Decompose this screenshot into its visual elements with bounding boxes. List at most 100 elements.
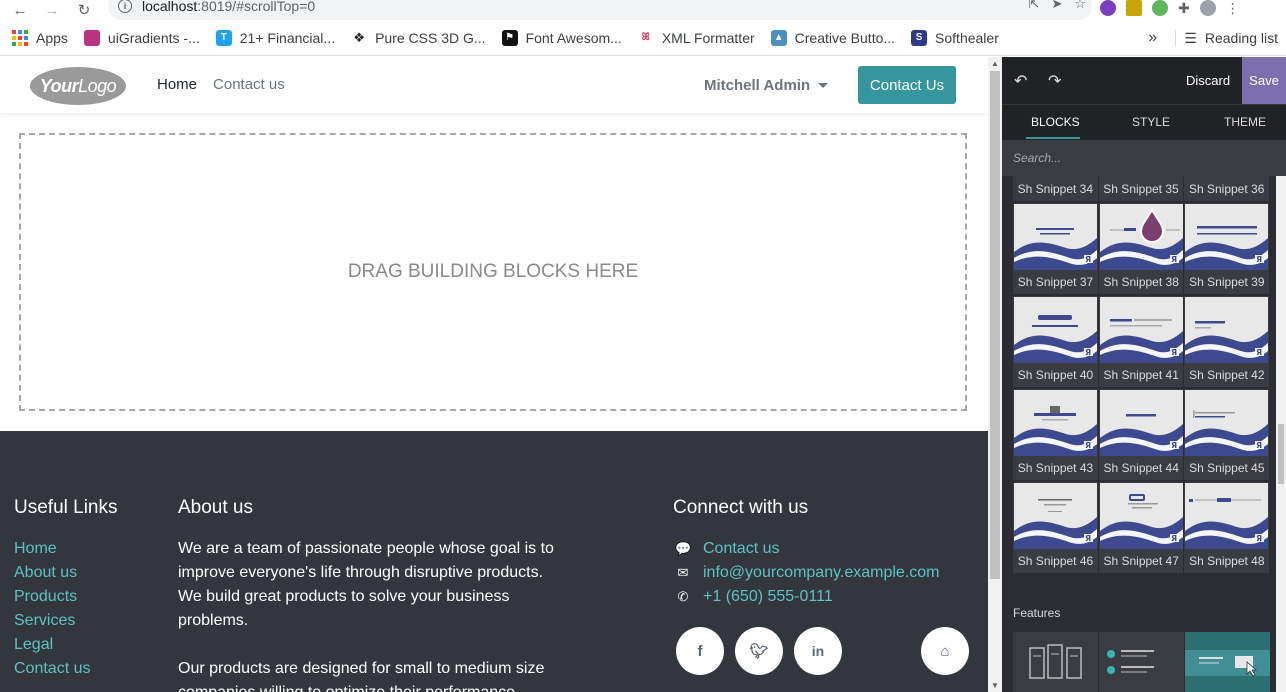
scroll-down-icon[interactable]: ▼ [991, 681, 999, 690]
snippet-row: Я Sh Snippet 43 Я Sh Snippet 44 Я Sh Snippet … [1013, 389, 1270, 480]
site-logo[interactable]: Your Logo [30, 67, 126, 105]
editor-toolbar: ↶ ↷ Discard Save [1002, 57, 1286, 104]
snippet-label: Sh Snippet 46 [1017, 554, 1094, 568]
bookmark-creative-buttons[interactable]: ▲ Creative Butto... [770, 29, 895, 46]
footer-contact-link[interactable]: Contact us [703, 537, 779, 561]
snippet-item[interactable]: Я Sh Snippet 41 [1098, 296, 1184, 387]
footer-email-link[interactable]: info@yourcompany.example.com [703, 561, 940, 585]
snippet-item[interactable]: Я Sh Snippet 37 [1013, 203, 1098, 294]
feature-snippet[interactable] [1185, 632, 1270, 692]
tab-blocks[interactable]: BLOCKS [1031, 115, 1080, 129]
scrollbar-thumb[interactable] [1278, 424, 1284, 484]
snippet-thumbnail: Я [1185, 483, 1269, 549]
back-icon[interactable]: ← [8, 0, 32, 20]
useful-links-column: Useful Links Home About us Products Serv… [14, 497, 118, 681]
address-bar[interactable]: i localhost:8019/#scrollTop=0 ⇱ ➤ ☆ [108, 0, 1092, 20]
tab-theme[interactable]: THEME [1224, 115, 1266, 129]
features-row [1013, 632, 1270, 692]
facebook-icon[interactable]: f [676, 627, 724, 675]
star-icon[interactable]: ☆ [1074, 0, 1086, 12]
snippet-label: Sh Snippet 43 [1017, 461, 1094, 475]
svg-text:Я: Я [1256, 441, 1262, 450]
reload-icon[interactable]: ↻ [72, 0, 96, 20]
reading-list-button[interactable]: ☰ Reading list [1175, 29, 1278, 47]
discard-button[interactable]: Discard [1186, 73, 1230, 88]
snippet-item[interactable]: Sh Snippet 35 [1098, 176, 1184, 201]
snippet-item[interactable]: Sh Snippet 34 [1013, 176, 1098, 201]
reading-list-icon: ☰ [1184, 29, 1197, 46]
footer-phone-link[interactable]: +1 (650) 555-0111 [703, 585, 833, 609]
snippet-item[interactable]: Я Sh Snippet 46 [1013, 482, 1098, 573]
site-info-icon[interactable]: i [118, 0, 132, 13]
editor-scrollbar[interactable] [1276, 176, 1286, 692]
send-icon[interactable]: ➤ [1051, 0, 1062, 12]
snippet-item[interactable]: Я Sh Snippet 43 [1013, 389, 1098, 480]
feature-snippet[interactable] [1013, 632, 1098, 692]
footer-link-products[interactable]: Products [14, 585, 118, 609]
codepen-icon: ❖ [351, 29, 368, 46]
snippet-item[interactable]: Я Sh Snippet 44 [1098, 389, 1184, 480]
browser-toolbar: ← → ↻ i localhost:8019/#scrollTop=0 ⇱ ➤ … [0, 0, 1286, 20]
bookmark-font-awesome[interactable]: ⚑ Font Awesom... [501, 29, 622, 46]
tab-style[interactable]: STYLE [1132, 115, 1170, 129]
active-tab-indicator [1026, 137, 1080, 139]
snippet-item[interactable]: Я Sh Snippet 40 [1013, 296, 1098, 387]
url-path: :8019/#scrollTop=0 [197, 0, 316, 14]
snippet-item[interactable]: Я Sh Snippet 38 [1098, 203, 1184, 294]
svg-text:Я: Я [1256, 348, 1262, 357]
website-preview: Your Logo Home Contact us Mitchell Admin … [0, 57, 988, 692]
more-bookmarks-icon[interactable]: » [1148, 29, 1157, 47]
bookmark-softhealer[interactable]: S Softhealer [911, 29, 999, 46]
menu-home[interactable]: Home [157, 76, 197, 93]
forward-icon[interactable]: → [40, 0, 64, 20]
extension-icon[interactable] [1126, 0, 1142, 16]
home-icon[interactable]: ⌂ [921, 627, 969, 675]
snippet-item[interactable]: Я Sh Snippet 47 [1098, 482, 1184, 573]
about-paragraph: We are a team of passionate people whose… [178, 540, 554, 629]
useful-links-title: Useful Links [14, 497, 118, 518]
site-scrollbar[interactable]: ▲ ▼ [988, 57, 1002, 692]
extension-icon[interactable] [1152, 0, 1168, 16]
menu-contact-us[interactable]: Contact us [213, 76, 285, 93]
scroll-up-icon[interactable]: ▲ [991, 59, 999, 68]
apps-grid-icon [12, 29, 28, 46]
snippet-item[interactable]: Sh Snippet 36 [1184, 176, 1270, 201]
snippet-label: Sh Snippet 38 [1103, 275, 1179, 289]
extension-icon[interactable] [1100, 0, 1116, 16]
footer-link-legal[interactable]: Legal [14, 633, 118, 657]
snippet-thumbnail: Я [1014, 204, 1097, 270]
footer-link-contact[interactable]: Contact us [14, 657, 118, 681]
footer-link-services[interactable]: Services [14, 609, 118, 633]
snippet-item[interactable]: Я Sh Snippet 42 [1184, 296, 1270, 387]
bookmark-apps[interactable]: Apps [12, 29, 68, 46]
snippet-search-input[interactable]: Search... [1002, 140, 1286, 176]
bookmark-financial[interactable]: T 21+ Financial... [215, 29, 335, 46]
avatar[interactable] [1199, 0, 1216, 16]
save-button[interactable]: Save [1242, 57, 1286, 104]
user-menu[interactable]: Mitchell Admin [704, 77, 829, 94]
bookmark-xml-formatter[interactable]: ꕤ XML Formatter [637, 29, 755, 46]
snippet-item[interactable]: Я Sh Snippet 45 [1184, 389, 1270, 480]
connect-column: Connect with us 💬 Contact us ✉ info@yourco… [673, 497, 940, 609]
bookmark-uigradients[interactable]: uiGradients -... [83, 29, 200, 46]
snippet-item[interactable]: Я Sh Snippet 48 [1184, 482, 1270, 573]
twitter-icon[interactable]: 🐦︎ [735, 627, 783, 675]
footer-link-home[interactable]: Home [14, 537, 118, 561]
open-external-icon[interactable]: ⇱ [1029, 0, 1040, 12]
snippet-row: Я Sh Snippet 40 Я Sh Snippet 41 Я Sh Snippet … [1013, 296, 1270, 387]
drop-zone[interactable]: DRAG BUILDING BLOCKS HERE [19, 133, 967, 411]
feature-snippet[interactable] [1099, 632, 1184, 692]
bookmarks-bar: Apps uiGradients -... T 21+ Financial... … [0, 20, 1286, 56]
contact-us-button[interactable]: Contact Us [858, 66, 956, 104]
redo-icon[interactable]: ↷ [1048, 71, 1061, 91]
scrollbar-thumb[interactable] [990, 71, 1000, 579]
bookmark-pure-css[interactable]: ❖ Pure CSS 3D G... [351, 29, 486, 46]
snippet-thumbnail: Я [1099, 390, 1183, 456]
puzzle-icon[interactable]: ✚ [1178, 0, 1190, 17]
linkedin-icon[interactable]: in [794, 627, 842, 675]
svg-text:Я: Я [1171, 534, 1177, 543]
footer-link-about[interactable]: About us [14, 561, 118, 585]
undo-icon[interactable]: ↶ [1014, 71, 1027, 91]
snippet-item[interactable]: Я Sh Snippet 39 [1184, 203, 1270, 294]
kebab-menu-icon[interactable]: ⋮ [1226, 0, 1240, 17]
